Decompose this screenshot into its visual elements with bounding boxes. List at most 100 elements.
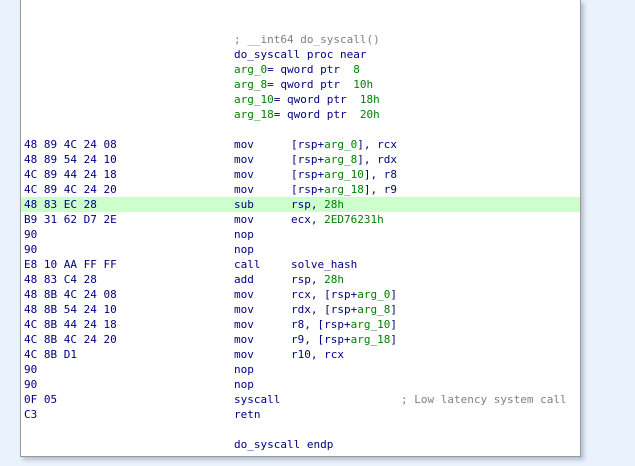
operands[interactable]: r10, rcx (291, 347, 344, 362)
opcode-bytes: 4C 89 44 24 18 (24, 168, 117, 181)
instruction-row[interactable]: 48 8B 54 24 10 mov rdx, [rsp+arg_8] (21, 302, 580, 317)
operands[interactable]: r8, [rsp+arg_10] (291, 317, 397, 332)
mnemonic: syscall (234, 393, 281, 406)
arg-definition-line[interactable]: arg_18= qword ptr 20h (21, 107, 580, 122)
operand-variable[interactable]: arg_18 (351, 333, 391, 346)
operand-variable[interactable]: arg_8 (357, 303, 390, 316)
mnemonic: mov (234, 348, 254, 361)
arg-definition-line[interactable]: arg_0= qword ptr 8 (21, 62, 580, 77)
opcode-bytes: 48 89 54 24 10 (24, 153, 117, 166)
instruction-row[interactable]: C3 retn (21, 407, 580, 422)
operands[interactable]: [rsp+arg_10], r8 (291, 167, 397, 182)
proc-start-line[interactable]: do_syscall proc near (21, 32, 580, 61)
mnemonic: mov (234, 333, 254, 346)
operands[interactable]: rcx, [rsp+arg_0] (291, 287, 397, 302)
operand-immediate[interactable]: 28h (324, 273, 344, 286)
operand-immediate[interactable]: 28h (324, 198, 344, 211)
instruction-row[interactable]: 48 89 54 24 10 mov [rsp+arg_8], rdx (21, 152, 580, 167)
opcode-bytes: 4C 8B D1 (24, 348, 77, 361)
arg-type: = qword ptr (273, 93, 360, 106)
opcode-bytes: 0F 05 (24, 393, 58, 406)
instruction-row-selected[interactable]: 48 83 EC 28 sub rsp, 28h (21, 197, 580, 212)
mnemonic: nop (234, 378, 254, 391)
disassembly-view[interactable]: ; __int64 do_syscall() do_syscall proc n… (20, 0, 581, 457)
mnemonic: mov (234, 213, 254, 226)
proc-end-line[interactable]: do_syscall endp (21, 422, 580, 451)
arg-definition-line[interactable]: arg_10= qword ptr 18h (21, 92, 580, 107)
mnemonic: mov (234, 153, 254, 166)
arg-type: = qword ptr (267, 78, 354, 91)
arg-name[interactable]: arg_0 (234, 63, 267, 76)
instruction-row[interactable]: 90 nop (21, 377, 580, 392)
instruction-row[interactable]: 48 89 4C 24 08 mov [rsp+arg_0], rcx (21, 137, 580, 152)
instruction-row[interactable]: 4C 8B D1 mov r10, rcx (21, 347, 580, 362)
opcode-bytes: 4C 8B 44 24 18 (24, 318, 117, 331)
proc-start-label[interactable]: do_syscall proc near (234, 47, 366, 62)
mnemonic: mov (234, 138, 254, 151)
operands[interactable]: rdx, [rsp+arg_8] (291, 302, 397, 317)
mnemonic: add (234, 273, 254, 286)
instruction-row[interactable]: 48 8B 4C 24 08 mov rcx, [rsp+arg_0] (21, 287, 580, 302)
instruction-row[interactable]: 0F 05 syscall ; Low latency system call (21, 392, 580, 407)
operands[interactable]: rsp, 28h (291, 197, 344, 212)
opcode-bytes: E8 10 AA FF FF (24, 258, 117, 271)
arg-type: = qword ptr (273, 108, 360, 121)
arg-type: = qword ptr (267, 63, 354, 76)
mnemonic: mov (234, 303, 254, 316)
instruction-row[interactable]: 4C 89 44 24 18 mov [rsp+arg_10], r8 (21, 167, 580, 182)
instruction-row[interactable]: 90 nop (21, 242, 580, 257)
mnemonic: mov (234, 183, 254, 196)
instruction-row[interactable]: 4C 8B 44 24 18 mov r8, [rsp+arg_10] (21, 317, 580, 332)
arg-name[interactable]: arg_10 (234, 93, 274, 106)
viewport: ; __int64 do_syscall() do_syscall proc n… (0, 0, 635, 466)
arg-definition: arg_0= qword ptr 8 (234, 62, 360, 77)
instruction-row[interactable]: 4C 89 4C 24 20 mov [rsp+arg_18], r9 (21, 182, 580, 197)
instruction-row[interactable]: 48 83 C4 28 add rsp, 28h (21, 272, 580, 287)
mnemonic: mov (234, 168, 254, 181)
operands[interactable]: [rsp+arg_8], rdx (291, 152, 397, 167)
operand-variable[interactable]: arg_10 (324, 168, 364, 181)
operands[interactable]: rsp, 28h (291, 272, 344, 287)
arg-definition: arg_10= qword ptr 18h (234, 92, 380, 107)
instruction-row[interactable]: E8 10 AA FF FF call solve_hash (21, 257, 580, 272)
opcode-bytes: B9 31 62 D7 2E (24, 213, 117, 226)
operand-variable[interactable]: arg_8 (324, 153, 357, 166)
opcode-bytes: 48 89 4C 24 08 (24, 138, 117, 151)
proc-end-label[interactable]: do_syscall endp (234, 437, 333, 452)
mnemonic: nop (234, 363, 254, 376)
mnemonic: mov (234, 288, 254, 301)
instruction-row[interactable]: 90 nop (21, 362, 580, 377)
operands[interactable]: [rsp+arg_18], r9 (291, 182, 397, 197)
mnemonic: nop (234, 243, 254, 256)
mnemonic: mov (234, 318, 254, 331)
operand-variable[interactable]: arg_0 (324, 138, 357, 151)
operands[interactable]: r9, [rsp+arg_18] (291, 332, 397, 347)
instruction-row[interactable]: 90 nop (21, 227, 580, 242)
operand-immediate[interactable]: 2ED76231h (324, 213, 384, 226)
operand-variable[interactable]: arg_0 (357, 288, 390, 301)
opcode-bytes: 4C 8B 4C 24 20 (24, 333, 117, 346)
opcode-bytes: 90 (24, 228, 38, 241)
arg-offset: 10h (353, 78, 374, 91)
function-comment-line[interactable]: ; __int64 do_syscall() (21, 17, 580, 46)
arg-offset: 20h (359, 108, 380, 121)
opcode-bytes: 4C 89 4C 24 20 (24, 183, 117, 196)
opcode-bytes: C3 (24, 408, 38, 421)
instruction-row[interactable]: B9 31 62 D7 2E mov ecx, 2ED76231h (21, 212, 580, 227)
opcode-bytes: 90 (24, 243, 38, 256)
instruction-comment: ; Low latency system call (401, 393, 567, 406)
instruction-row[interactable]: 4C 8B 4C 24 20 mov r9, [rsp+arg_18] (21, 332, 580, 347)
opcode-bytes: 48 83 C4 28 (24, 273, 97, 286)
arg-definition: arg_8= qword ptr 10h (234, 77, 373, 92)
mnemonic: retn (234, 408, 261, 421)
operand-variable[interactable]: arg_10 (351, 318, 391, 331)
arg-name[interactable]: arg_8 (234, 78, 267, 91)
operand-variable[interactable]: arg_18 (324, 183, 364, 196)
arg-definition-line[interactable]: arg_8= qword ptr 10h (21, 77, 580, 92)
arg-name[interactable]: arg_18 (234, 108, 274, 121)
operands[interactable]: [rsp+arg_0], rcx (291, 137, 397, 152)
opcode-bytes: 90 (24, 363, 38, 376)
operands[interactable]: solve_hash (291, 257, 357, 272)
arg-definition: arg_18= qword ptr 20h (234, 107, 380, 122)
operands[interactable]: ecx, 2ED76231h (291, 212, 384, 227)
